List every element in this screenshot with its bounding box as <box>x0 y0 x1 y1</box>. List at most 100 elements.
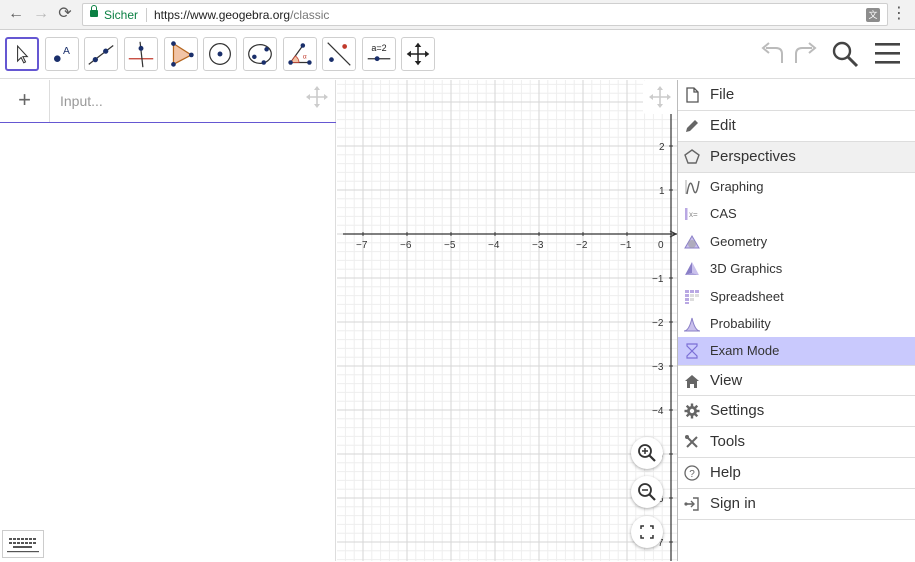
y-tick-label: 2 <box>659 142 665 153</box>
redo-icon[interactable] <box>790 39 820 69</box>
reload-icon[interactable]: ⟳ <box>55 4 75 24</box>
perspective-3d-graphics[interactable]: 3D Graphics <box>678 255 915 282</box>
perpendicular-line-tool[interactable] <box>124 37 158 71</box>
3d-graphics-icon <box>685 262 699 275</box>
menu-item-file[interactable]: File <box>678 80 915 111</box>
y-tick-label: −3 <box>652 362 664 373</box>
fullscreen-button[interactable] <box>631 516 663 548</box>
algebra-view: + <box>0 80 336 561</box>
conic-tool[interactable] <box>243 37 277 71</box>
translate-icon[interactable]: 文 <box>866 8 880 22</box>
keyboard-icon <box>7 538 39 553</box>
browser-menu-icon[interactable]: ⋮ <box>891 5 907 23</box>
perspective-label-3d-graphics: 3D Graphics <box>710 261 783 276</box>
polygon-tool[interactable] <box>164 37 198 71</box>
move-tool-icon <box>17 44 29 64</box>
perspective-label-graphing: Graphing <box>710 179 764 194</box>
forward-arrow-icon[interactable]: → <box>31 4 51 24</box>
perspective-spreadsheet[interactable]: Spreadsheet <box>678 283 915 310</box>
perspective-label-geometry: Geometry <box>710 234 768 249</box>
tools-icon <box>685 435 698 448</box>
menu-item-settings[interactable]: Settings <box>678 396 915 427</box>
line-tool-icon <box>88 45 114 65</box>
perspective-label-exam-mode: Exam Mode <box>710 343 780 358</box>
point-tool[interactable]: A <box>45 37 79 71</box>
search-icon[interactable] <box>830 39 860 69</box>
zoom-out-button[interactable] <box>631 476 663 508</box>
y-tick-label: −1 <box>652 274 664 285</box>
menu-item-view[interactable]: View <box>678 365 915 396</box>
perspective-probability[interactable]: Probability <box>678 310 915 337</box>
gear-icon <box>684 403 700 419</box>
url-text[interactable]: https://www.geogebra.org/classic <box>154 8 329 22</box>
menu-item-perspectives[interactable]: Perspectives <box>678 142 915 173</box>
menu-item-sign-in[interactable]: Sign in <box>678 489 915 520</box>
pencil-icon <box>686 120 698 132</box>
y-tick-label: −2 <box>652 318 664 329</box>
zoom-in-button[interactable] <box>631 437 663 469</box>
line-tool[interactable] <box>84 37 118 71</box>
menu-item-tools[interactable]: Tools <box>678 427 915 458</box>
cas-icon: x= <box>685 208 698 220</box>
menu-item-help[interactable]: ? Help <box>678 458 915 489</box>
move-arrows-icon <box>406 42 430 66</box>
help-icon: ? <box>684 465 700 481</box>
geometry-icon <box>684 235 700 249</box>
circle-center-point-tool[interactable] <box>203 37 237 71</box>
menu-label-view: View <box>710 372 743 389</box>
zoom-in-icon <box>638 444 656 462</box>
menu-label-edit: Edit <box>710 117 736 134</box>
circle-icon <box>209 43 231 65</box>
drag-arrows-icon <box>306 86 328 108</box>
move-tool[interactable] <box>5 37 39 71</box>
secure-label: Sicher <box>104 8 139 22</box>
y-tick-label: −4 <box>652 406 664 417</box>
probability-icon <box>683 317 701 332</box>
algebra-input-row: + <box>0 80 336 123</box>
hamburger-menu-icon[interactable] <box>874 39 902 69</box>
menu-label-perspectives: Perspectives <box>710 148 796 165</box>
graphics-view[interactable]: −7−6−5−4−3−2−10 21−1−2−3−4−5−6−7 <box>337 80 677 561</box>
undo-icon[interactable] <box>758 39 788 69</box>
sign-in-icon <box>684 497 699 511</box>
zoom-out-icon <box>638 483 656 501</box>
menu-label-file: File <box>710 86 735 103</box>
menu-label-tools: Tools <box>710 433 746 450</box>
graphics-drag-handle[interactable] <box>643 80 677 114</box>
keyboard-button[interactable] <box>2 530 44 558</box>
file-icon <box>686 87 699 103</box>
perpendicular-line-icon <box>128 41 154 68</box>
angle-tool[interactable]: α <box>283 37 317 71</box>
move-graphics-view-tool[interactable] <box>401 37 435 71</box>
perspectives-icon <box>684 149 700 164</box>
slider-tool[interactable]: a=2 <box>362 37 396 71</box>
url-separator <box>146 8 147 22</box>
perspective-graphing[interactable]: Graphing <box>678 173 915 200</box>
perspective-label-cas: CAS <box>710 206 737 221</box>
perspective-exam-mode[interactable]: Exam Mode <box>678 337 915 365</box>
x-tick-label: −4 <box>488 240 500 251</box>
perspective-cas[interactable]: x= CAS <box>678 200 915 227</box>
algebra-input[interactable] <box>51 80 291 122</box>
perspective-geometry[interactable]: Geometry <box>678 228 915 255</box>
hourglass-icon <box>686 343 698 359</box>
svg-text:x=: x= <box>689 210 698 219</box>
back-arrow-icon[interactable]: ← <box>6 4 26 24</box>
conic-icon <box>248 43 272 65</box>
spreadsheet-icon <box>685 290 699 304</box>
address-bar[interactable]: Sicher https://www.geogebra.org/classic … <box>82 3 888 26</box>
menu-label-sign-in: Sign in <box>710 495 756 512</box>
url-path: /classic <box>290 8 330 22</box>
main-menu: File Edit Perspectives Graphing x= CAS G… <box>677 80 915 561</box>
home-icon <box>685 375 699 388</box>
x-tick-label: −2 <box>576 240 588 251</box>
algebra-drag-handle[interactable] <box>300 80 334 114</box>
add-plus-icon[interactable]: + <box>0 80 50 122</box>
reflect-tool[interactable] <box>322 37 356 71</box>
point-tool-icon: A <box>54 46 70 62</box>
toolbar: A α a=2 <box>0 30 915 79</box>
reflect-icon <box>327 42 351 66</box>
menu-item-edit[interactable]: Edit <box>678 111 915 142</box>
x-tick-label: −1 <box>620 240 632 251</box>
fullscreen-icon <box>640 525 654 539</box>
